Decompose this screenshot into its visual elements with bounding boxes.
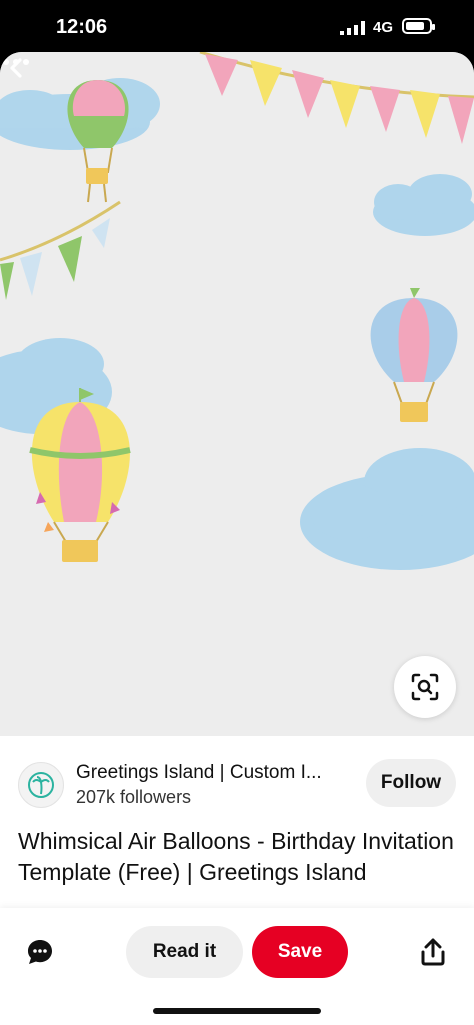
pin-card: Greetings Island | Custom I... 207k foll…	[0, 52, 474, 1025]
bottom-action-bar: Read it Save	[0, 908, 474, 1025]
bunting-left	[0, 200, 121, 300]
bunting-top-right	[199, 52, 474, 144]
palm-tree-icon	[28, 772, 54, 798]
pin-image[interactable]	[0, 52, 474, 736]
cloud-right-top	[373, 174, 474, 236]
creator-row: Greetings Island | Custom I... 207k foll…	[0, 752, 474, 822]
comment-icon[interactable]	[26, 938, 54, 966]
lens-search-icon	[411, 673, 439, 701]
status-bar: 12:06 4G	[0, 0, 474, 52]
home-indicator	[153, 1008, 321, 1014]
cell-signal-icon	[340, 21, 365, 35]
creator-name[interactable]: Greetings Island | Custom I...	[76, 762, 322, 784]
follow-button[interactable]: Follow	[366, 759, 456, 807]
pin-title: Whimsical Air Balloons - Birthday Invita…	[18, 828, 454, 885]
battery-icon	[402, 18, 435, 34]
save-button[interactable]: Save	[252, 926, 348, 978]
share-icon[interactable]	[420, 938, 446, 966]
status-time: 12:06	[56, 16, 108, 38]
read-it-button[interactable]: Read it	[126, 926, 243, 978]
creator-avatar[interactable]	[18, 762, 64, 808]
follower-count: 207k followers	[76, 787, 192, 807]
balloon-right	[370, 288, 458, 422]
visual-search-button[interactable]	[394, 656, 456, 718]
more-options-icon[interactable]	[0, 52, 32, 72]
pin-illustration	[0, 52, 474, 570]
network-type: 4G	[373, 19, 394, 36]
cloud-right-bottom	[300, 448, 474, 570]
